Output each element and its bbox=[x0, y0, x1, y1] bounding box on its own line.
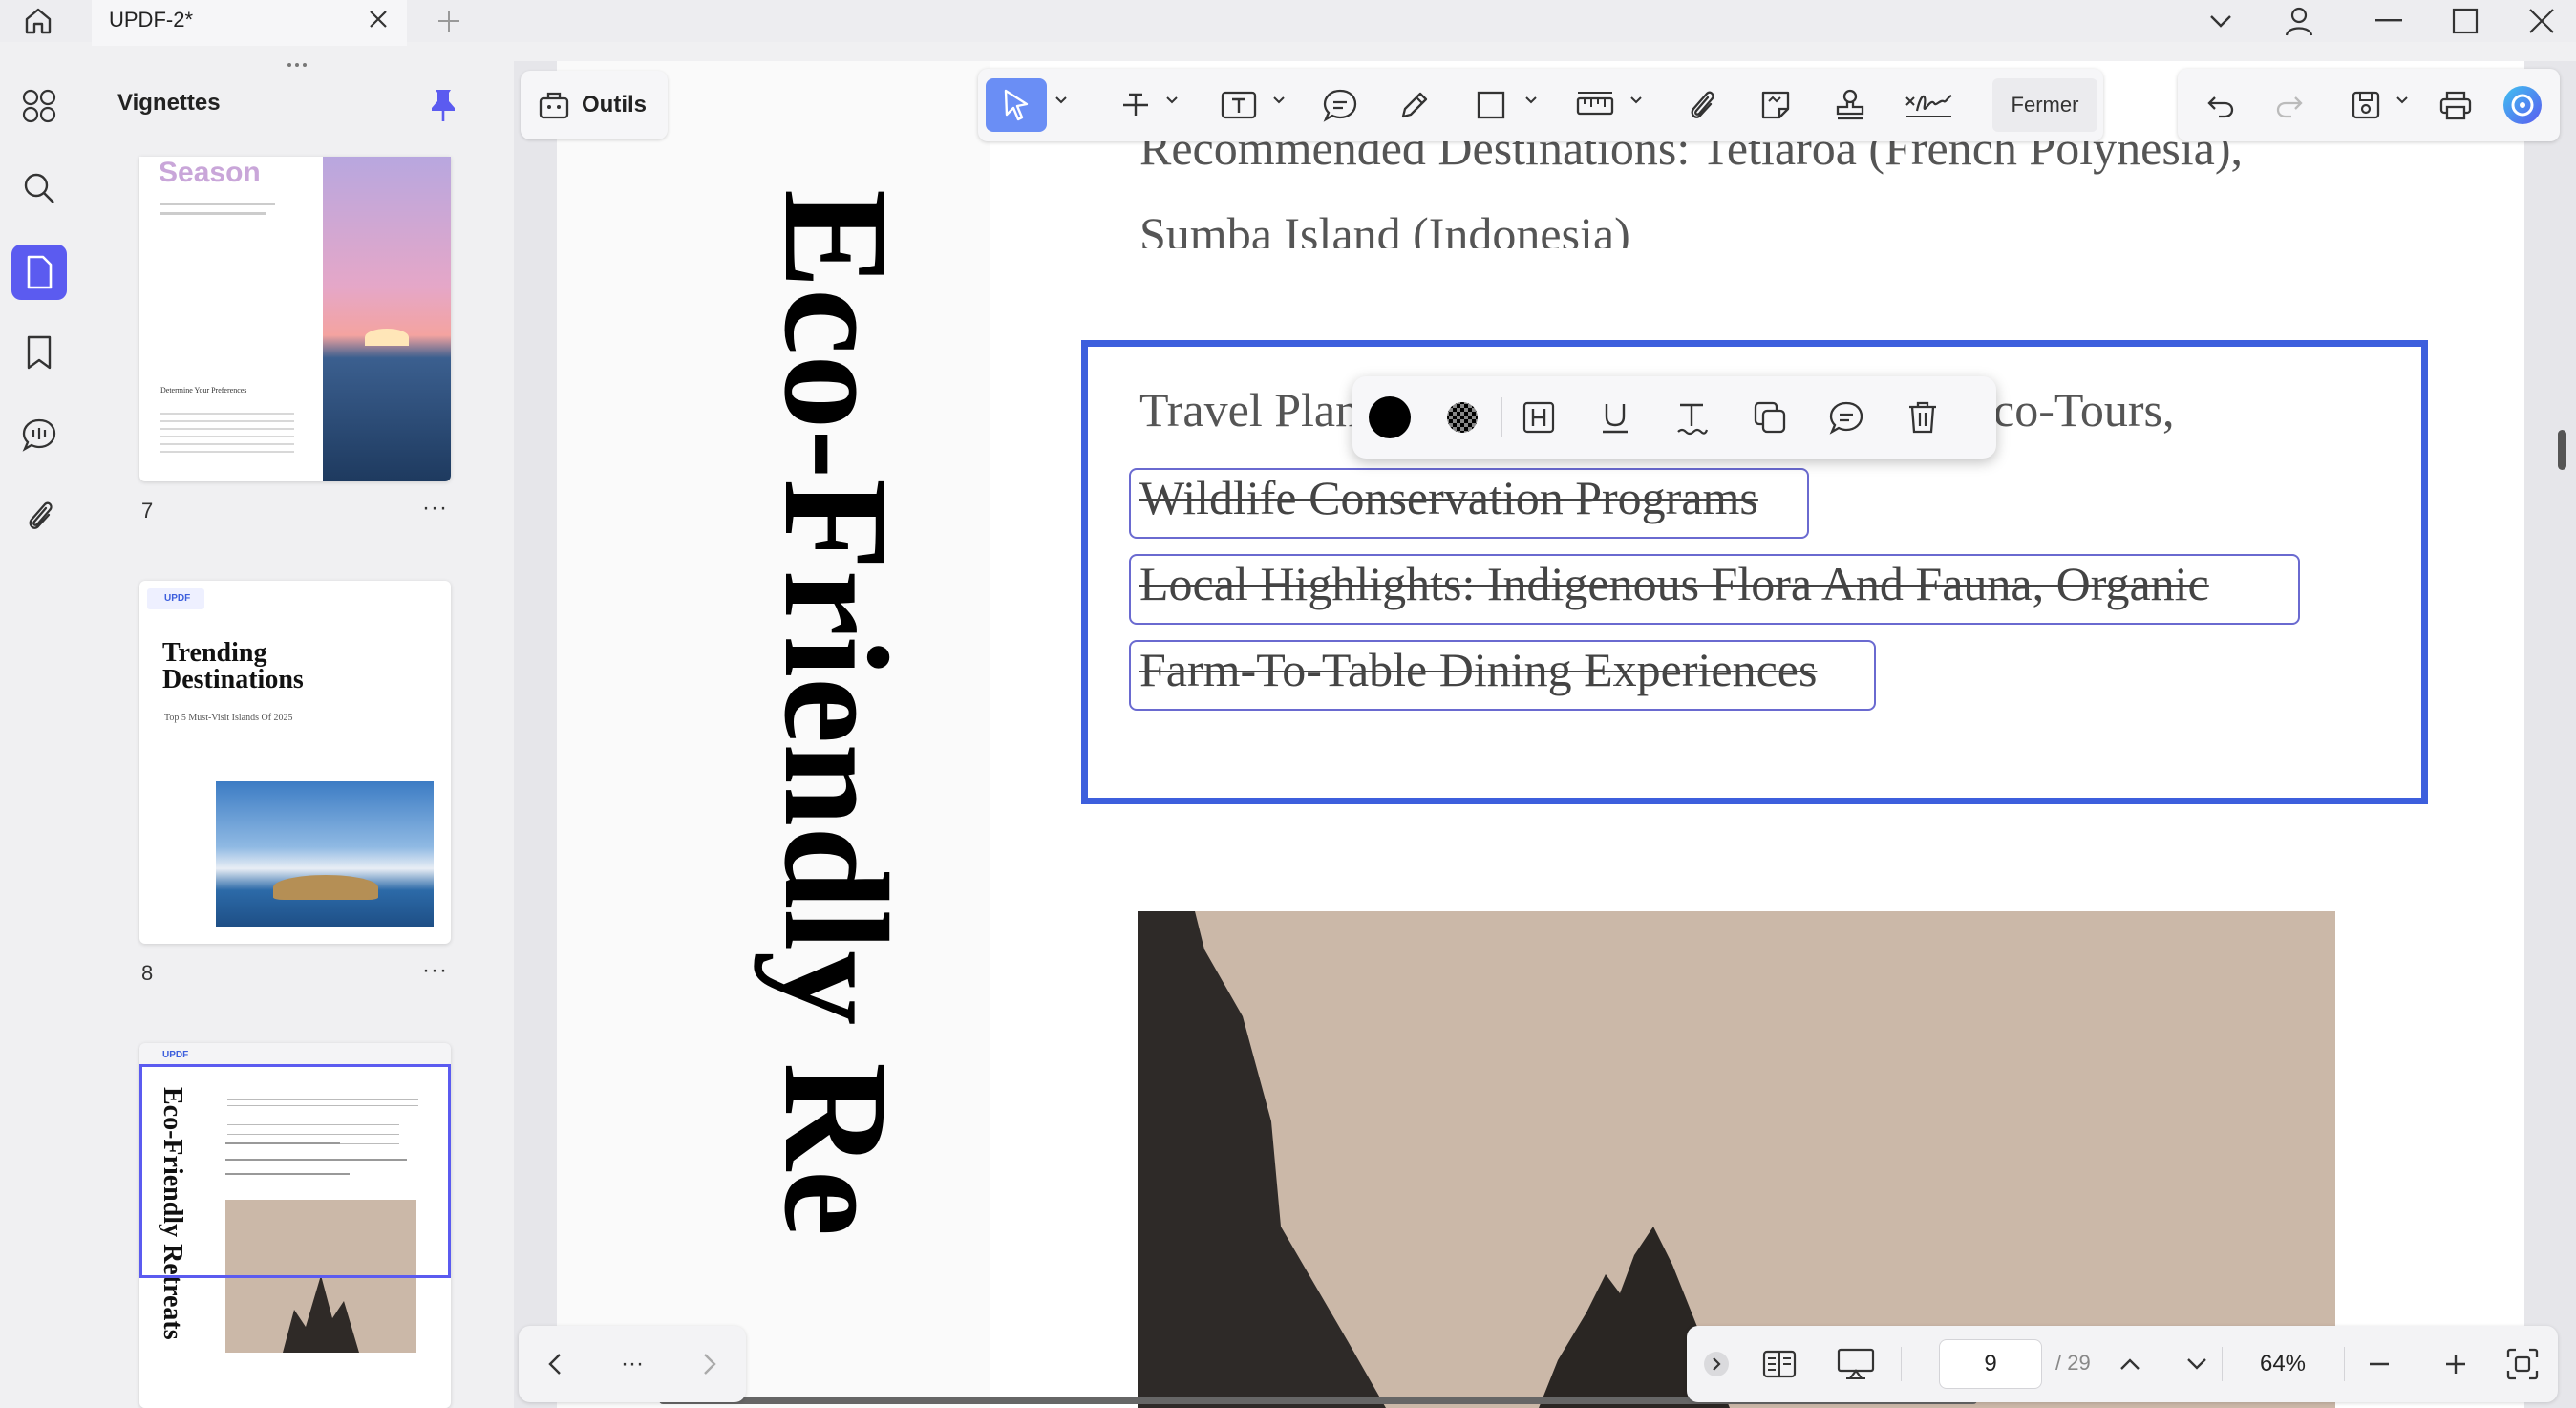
title-bar: UPDF-2* bbox=[0, 0, 2576, 46]
print-icon[interactable] bbox=[2430, 78, 2481, 132]
squiggly-text-icon[interactable] bbox=[1666, 392, 1717, 443]
zoom-level[interactable]: 64% bbox=[2235, 1339, 2331, 1389]
comment-icon[interactable] bbox=[1314, 78, 1366, 132]
page-controls: 9 / 29 64% bbox=[1687, 1326, 2558, 1402]
chevron-down-icon[interactable] bbox=[2176, 1337, 2218, 1391]
zoom-out-icon[interactable] bbox=[2355, 1337, 2403, 1391]
text-lines bbox=[160, 407, 294, 455]
thumbnail-page-8[interactable]: UPDF Trending Destinations Top 5 Must-Vi… bbox=[139, 581, 451, 944]
delete-icon[interactable] bbox=[1897, 392, 1948, 443]
vertical-scrollbar[interactable] bbox=[2558, 430, 2566, 470]
pdf-page: Eco-Friendly Re Recommended Destinations… bbox=[557, 61, 2524, 1408]
underline-icon[interactable] bbox=[1589, 392, 1641, 443]
left-rail bbox=[0, 42, 80, 1408]
page-total: / 29 bbox=[2055, 1351, 2091, 1375]
zoom-in-icon[interactable] bbox=[2432, 1337, 2480, 1391]
ai-assistant-icon[interactable] bbox=[2497, 78, 2548, 132]
updf-logo: UPDF bbox=[147, 588, 204, 609]
attachment-icon[interactable] bbox=[11, 487, 67, 543]
thumbnails-icon[interactable] bbox=[11, 245, 67, 300]
thumbnails-panel: Vignettes Season Determine Your Preferen… bbox=[84, 61, 502, 1408]
thumbnail-more-button[interactable]: ··· bbox=[422, 957, 448, 984]
annotation-popup bbox=[1352, 376, 1996, 459]
color-picker-icon[interactable] bbox=[1364, 392, 1416, 443]
signature-icon[interactable] bbox=[1899, 78, 1958, 132]
chevron-down-icon[interactable] bbox=[1272, 94, 1286, 107]
body-text-line: Sumba Island (Indonesia) bbox=[1139, 210, 1630, 248]
rectangle-icon[interactable] bbox=[1465, 78, 1517, 132]
panel-grip[interactable] bbox=[280, 63, 314, 73]
thumbnail-subtitle: Top 5 Must-Visit Islands Of 2025 bbox=[164, 713, 293, 723]
thumbnail-number: 7 bbox=[141, 499, 154, 523]
current-view-frame bbox=[139, 1064, 451, 1278]
chevron-down-icon[interactable] bbox=[1629, 94, 1643, 107]
sticky-note-icon[interactable] bbox=[1750, 78, 1801, 132]
save-icon[interactable] bbox=[2340, 78, 2392, 132]
comments-icon[interactable] bbox=[11, 407, 67, 462]
strikethrough-icon[interactable] bbox=[1110, 78, 1161, 132]
annotation-toolbar: Fermer bbox=[978, 69, 2103, 141]
thumbnail-number: 8 bbox=[141, 961, 154, 985]
pencil-icon[interactable] bbox=[1389, 78, 1440, 132]
island-image bbox=[216, 781, 434, 927]
text-lines bbox=[160, 212, 266, 215]
account-icon[interactable] bbox=[2266, 0, 2332, 42]
chevron-down-icon[interactable] bbox=[2395, 94, 2409, 107]
tools-button[interactable]: Outils bbox=[521, 71, 668, 139]
panel-title: Vignettes bbox=[117, 90, 221, 116]
page-number-input[interactable]: 9 bbox=[1939, 1339, 2042, 1389]
navigation-pill: ··· bbox=[519, 1326, 746, 1402]
thumbnail-more-button[interactable]: ··· bbox=[422, 495, 448, 522]
attachment-icon[interactable] bbox=[1675, 78, 1727, 132]
chevron-down-icon[interactable] bbox=[1165, 94, 1179, 107]
document-tab[interactable]: UPDF-2* bbox=[92, 0, 407, 46]
chevron-down-icon[interactable] bbox=[2187, 0, 2254, 42]
close-toolbar-button[interactable]: Fermer bbox=[1992, 78, 2097, 132]
tools-label: Outils bbox=[582, 92, 648, 117]
thumbnail-page-9[interactable]: UPDF Eco-Friendly Retreats bbox=[139, 1043, 451, 1408]
home-icon[interactable] bbox=[17, 0, 59, 42]
close-tab-icon[interactable] bbox=[363, 4, 394, 34]
chevron-left-icon[interactable] bbox=[534, 1337, 576, 1391]
minimize-icon[interactable] bbox=[2355, 0, 2422, 42]
thumbnail-subheading: Determine Your Preferences bbox=[160, 386, 247, 395]
thumbnail-heading: Season bbox=[159, 157, 261, 188]
vertical-page-title: Eco-Friendly Re bbox=[754, 189, 919, 1237]
highlight-icon[interactable] bbox=[1513, 392, 1565, 443]
undo-icon[interactable] bbox=[2195, 78, 2246, 132]
document-tab-title: UPDF-2* bbox=[109, 8, 194, 32]
cursor-icon[interactable] bbox=[986, 78, 1047, 132]
search-icon[interactable] bbox=[11, 160, 67, 216]
sunset-ocean-image bbox=[323, 157, 451, 481]
presentation-icon[interactable] bbox=[1830, 1337, 1882, 1391]
chevron-right-icon[interactable] bbox=[689, 1337, 731, 1391]
measure-icon[interactable] bbox=[1568, 78, 1622, 132]
chevron-up-icon[interactable] bbox=[2109, 1337, 2151, 1391]
nav-more-button[interactable]: ··· bbox=[607, 1337, 658, 1391]
comment-icon[interactable] bbox=[1820, 392, 1872, 443]
pin-icon[interactable] bbox=[426, 86, 460, 124]
copy-icon[interactable] bbox=[1744, 392, 1796, 443]
text-box-icon[interactable] bbox=[1213, 78, 1265, 132]
text-lines bbox=[160, 203, 275, 205]
close-window-icon[interactable] bbox=[2508, 0, 2575, 42]
updf-logo: UPDF bbox=[162, 1050, 189, 1060]
thumbnail-page-7[interactable]: Season Determine Your Preferences bbox=[139, 157, 451, 481]
chevron-down-icon[interactable] bbox=[1054, 94, 1068, 107]
opacity-icon[interactable] bbox=[1437, 392, 1488, 443]
history-toolbar bbox=[2178, 69, 2560, 141]
fit-page-icon[interactable] bbox=[2499, 1337, 2546, 1391]
expand-arrow-icon[interactable] bbox=[1700, 1337, 1733, 1391]
thumbnail-title: Trending Destinations bbox=[162, 638, 304, 694]
document-viewport[interactable]: Eco-Friendly Re Recommended Destinations… bbox=[514, 61, 2576, 1408]
new-tab-icon[interactable] bbox=[430, 4, 468, 38]
stamp-icon[interactable] bbox=[1824, 78, 1876, 132]
bookmark-icon[interactable] bbox=[11, 325, 67, 380]
page-layout-icon[interactable] bbox=[1754, 1337, 1805, 1391]
redo-icon[interactable] bbox=[2264, 78, 2315, 132]
maximize-icon[interactable] bbox=[2432, 0, 2499, 42]
toolbox-icon bbox=[539, 92, 569, 119]
organize-pages-icon[interactable] bbox=[11, 78, 67, 134]
chevron-down-icon[interactable] bbox=[1524, 94, 1538, 107]
